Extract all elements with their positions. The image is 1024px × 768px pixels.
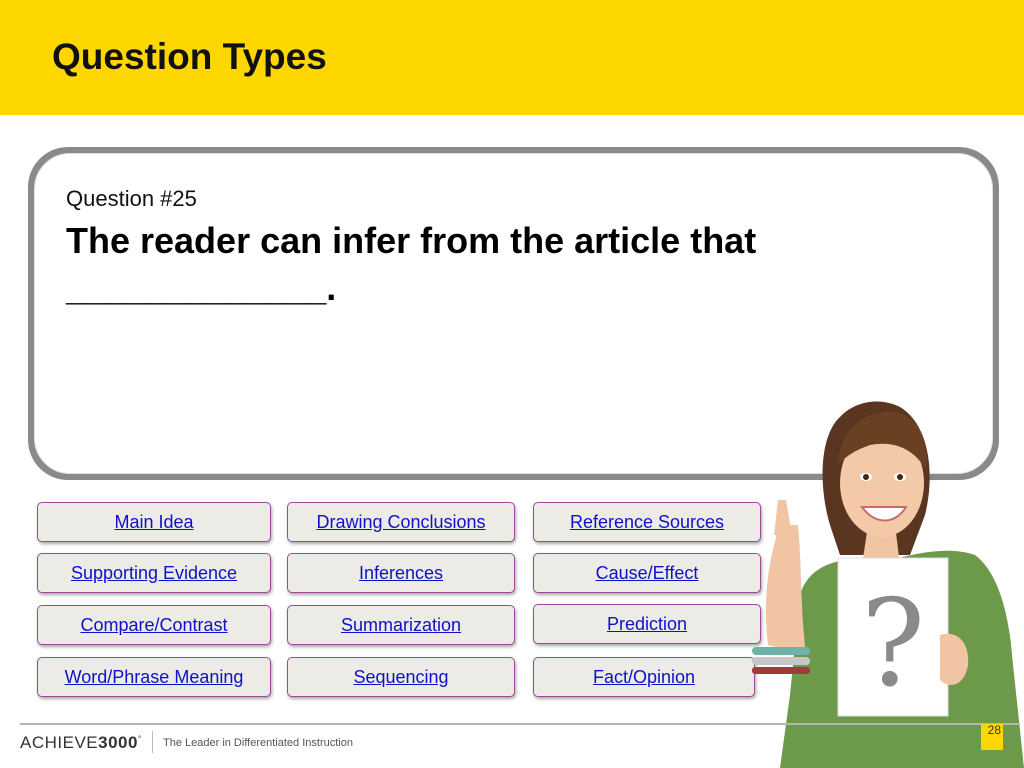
main-idea-button[interactable]: Main Idea (37, 502, 271, 542)
inferences-link[interactable]: Inferences (359, 563, 443, 584)
page-number: 28 (981, 724, 1003, 750)
prediction-button[interactable]: Prediction (533, 604, 761, 644)
fact-opinion-link[interactable]: Fact/Opinion (593, 667, 695, 688)
slide-title: Question Types (52, 36, 327, 77)
word-phrase-meaning-link[interactable]: Word/Phrase Meaning (65, 667, 244, 688)
question-mark-icon: ? (861, 575, 925, 714)
cause-effect-link[interactable]: Cause/Effect (596, 563, 699, 584)
compare-contrast-button[interactable]: Compare/Contrast (37, 605, 271, 645)
word-phrase-meaning-button[interactable]: Word/Phrase Meaning (37, 657, 271, 697)
summarization-link[interactable]: Summarization (341, 615, 461, 636)
fact-opinion-button[interactable]: Fact/Opinion (533, 657, 755, 697)
sequencing-link[interactable]: Sequencing (353, 667, 448, 688)
sequencing-button[interactable]: Sequencing (287, 657, 515, 697)
summarization-button[interactable]: Summarization (287, 605, 515, 645)
drawing-conclusions-button[interactable]: Drawing Conclusions (287, 502, 515, 542)
cause-effect-button[interactable]: Cause/Effect (533, 553, 761, 593)
compare-contrast-link[interactable]: Compare/Contrast (80, 615, 227, 636)
footer-separator (152, 731, 153, 753)
inferences-button[interactable]: Inferences (287, 553, 515, 593)
reference-sources-link[interactable]: Reference Sources (570, 512, 724, 533)
question-number: Question #25 (66, 186, 197, 211)
prediction-link[interactable]: Prediction (607, 614, 687, 635)
supporting-evidence-button[interactable]: Supporting Evidence (37, 553, 271, 593)
question-blank: _____________. (66, 267, 337, 308)
question-text: The reader can infer from the article th… (66, 220, 757, 261)
reference-sources-button[interactable]: Reference Sources (533, 502, 761, 542)
footer-divider (20, 723, 1020, 725)
girl-holding-question-sign-illustration: ? (752, 401, 1024, 768)
main-idea-link[interactable]: Main Idea (114, 512, 193, 533)
achieve3000-logo: ACHIEVE3000° (20, 733, 142, 752)
footer-tagline: The Leader in Differentiated Instruction (163, 737, 353, 749)
drawing-conclusions-link[interactable]: Drawing Conclusions (316, 512, 485, 533)
supporting-evidence-link[interactable]: Supporting Evidence (71, 563, 237, 584)
